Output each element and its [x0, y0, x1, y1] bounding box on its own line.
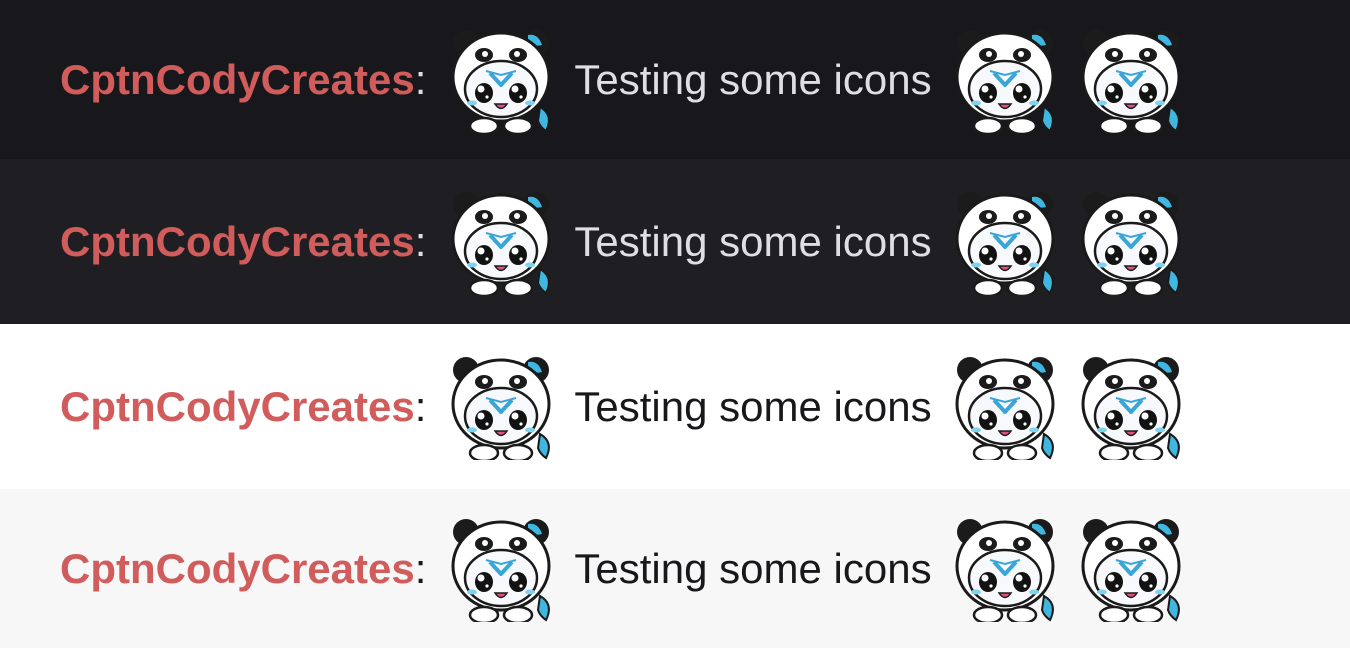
message-colon: :	[414, 55, 427, 103]
username[interactable]: CptnCodyCreates	[60, 385, 415, 428]
panda-cat-emote-icon[interactable]	[448, 189, 554, 295]
message-text: Testing some icons	[574, 544, 932, 592]
chat-row-light-2: CptnCodyCreates: Testing some icons	[0, 489, 1350, 648]
username[interactable]: CptnCodyCreates	[60, 547, 415, 590]
chat-message: CptnCodyCreates: Testing some icons	[60, 354, 1184, 460]
chat-row-light-1: CptnCodyCreates: Testing some icons	[0, 324, 1350, 489]
panda-cat-emote-icon[interactable]	[1078, 189, 1184, 295]
panda-cat-emote-icon[interactable]	[1078, 516, 1184, 622]
panda-cat-emote-icon[interactable]	[1078, 354, 1184, 460]
panda-cat-emote-icon[interactable]	[448, 516, 554, 622]
chat-message: CptnCodyCreates: Testing some icons	[60, 189, 1184, 295]
panda-cat-emote-icon[interactable]	[1078, 27, 1184, 133]
panda-cat-emote-icon[interactable]	[952, 27, 1058, 133]
message-colon: :	[414, 544, 427, 592]
panda-cat-emote-icon[interactable]	[952, 516, 1058, 622]
message-colon: :	[414, 217, 427, 265]
chat-message: CptnCodyCreates: Testing some icons	[60, 27, 1184, 133]
chat-row-dark-2: CptnCodyCreates: Testing some icons	[0, 159, 1350, 324]
username[interactable]: CptnCodyCreates	[60, 220, 415, 263]
chat-message: CptnCodyCreates: Testing some icons	[60, 516, 1184, 622]
panda-cat-emote-icon[interactable]	[448, 354, 554, 460]
panda-cat-emote-icon[interactable]	[952, 189, 1058, 295]
chat-row-dark-1: CptnCodyCreates: Testing some icons	[0, 0, 1350, 159]
message-colon: :	[414, 382, 427, 430]
panda-cat-emote-icon[interactable]	[952, 354, 1058, 460]
username[interactable]: CptnCodyCreates	[60, 58, 415, 101]
panda-cat-emote-icon[interactable]	[448, 27, 554, 133]
message-text: Testing some icons	[574, 55, 932, 103]
message-text: Testing some icons	[574, 382, 932, 430]
message-text: Testing some icons	[574, 217, 932, 265]
